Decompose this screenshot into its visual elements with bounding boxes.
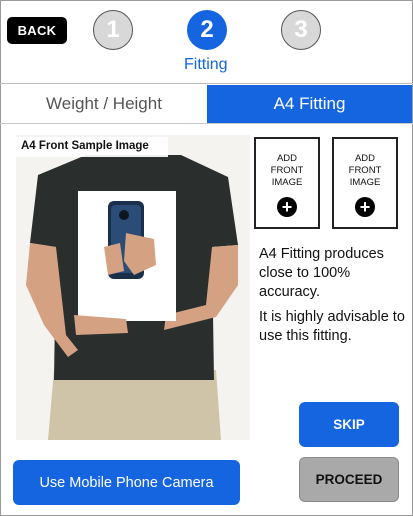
add-front-image-box-2[interactable]: ADD FRONT IMAGE + (332, 137, 398, 229)
skip-button[interactable]: SKIP (299, 402, 399, 447)
use-mobile-camera-button[interactable]: Use Mobile Phone Camera (13, 460, 240, 505)
step-3-indicator[interactable]: 3 (281, 10, 321, 50)
step-2-label: Fitting (184, 56, 228, 73)
step-2-indicator[interactable]: 2 (187, 10, 227, 50)
step-1-indicator[interactable]: 1 (93, 10, 133, 50)
tabs-divider (0, 123, 413, 124)
back-button[interactable]: BACK (7, 17, 67, 44)
tab-a4-fitting[interactable]: A4 Fitting (207, 85, 412, 123)
add-front-image-box-1[interactable]: ADD FRONT IMAGE + (254, 137, 320, 229)
add-front-image-label: ADD FRONT IMAGE (348, 153, 382, 188)
add-front-image-label: ADD FRONT IMAGE (270, 153, 304, 188)
proceed-button[interactable]: PROCEED (299, 457, 399, 502)
plus-circle-icon: + (277, 197, 297, 217)
sample-image-caption: A4 Front Sample Image (16, 137, 168, 157)
plus-circle-icon: + (355, 197, 375, 217)
tab-weight-height[interactable]: Weight / Height (1, 85, 207, 123)
accuracy-info-text: A4 Fitting produces close to 100% accura… (259, 246, 384, 300)
advice-info-text: It is highly advisable to use this fitti… (259, 309, 405, 344)
header-divider (0, 83, 413, 84)
sample-person-illustration (16, 135, 250, 440)
a4-front-sample-image (16, 135, 250, 440)
